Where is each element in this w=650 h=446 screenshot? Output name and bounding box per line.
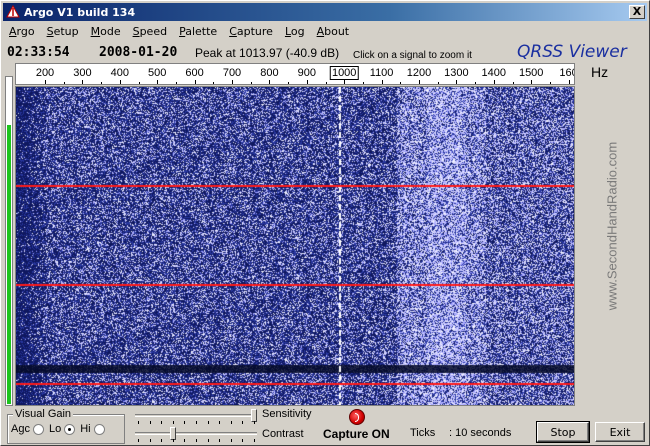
frequency-scale[interactable]: 200 300 400 500 600 700 800 900 1000 1100 1200 1300… — [15, 63, 575, 85]
stop-button-label: Stop — [550, 425, 576, 439]
signal-level-meter — [5, 76, 13, 406]
menu-log[interactable]: Log — [279, 25, 311, 38]
scale-minor-tick — [437, 82, 439, 84]
scale-minor-tick — [175, 82, 177, 84]
visual-gain-group: Visual Gain Agc Lo Hi — [7, 408, 125, 444]
waterfall-display[interactable] — [15, 86, 575, 406]
peak-readout: Peak at 1013.97 (-40.9 dB) — [195, 46, 340, 60]
menu-palette[interactable]: Palette — [173, 25, 223, 38]
scale-minor-tick — [475, 82, 477, 84]
contrast-slider[interactable] — [135, 427, 257, 442]
scale-tick — [157, 80, 159, 84]
scale-minor-tick — [288, 82, 290, 84]
scale-tick — [82, 80, 84, 84]
capture-record-icon[interactable] — [349, 409, 365, 425]
sensitivity-slider[interactable] — [135, 409, 257, 424]
info-bar: 02:33:54 2008-01-20 Peak at 1013.97 (-40… — [3, 42, 647, 62]
hi-label: Hi — [80, 423, 91, 435]
scale-tick — [119, 80, 121, 84]
exit-button[interactable]: Exit — [595, 422, 645, 442]
scale-tick-label: 160 — [559, 67, 574, 79]
scale-minor-tick — [549, 82, 551, 84]
watermark-text: www.SecondHandRadio.com — [604, 141, 620, 311]
scale-tick-label: 600 — [185, 67, 204, 79]
watermark: www.SecondHandRadio.com — [597, 111, 627, 341]
brand-logo: QRSS Viewer — [517, 42, 627, 62]
scale-minor-tick — [213, 82, 215, 84]
capture-status: Capture ON — [323, 427, 390, 441]
app-icon — [6, 5, 20, 18]
app-window: Argo V1 build 134 X Argo Setup Mode Speed Pa… — [0, 0, 650, 446]
menu-setup[interactable]: Setup — [41, 25, 85, 38]
scale-tick-label: 800 — [260, 67, 279, 79]
scale-minor-tick — [362, 82, 364, 84]
scale-minor-tick — [101, 82, 103, 84]
scale-minor-tick — [63, 82, 65, 84]
scale-tick — [568, 80, 570, 84]
ticks-label: Ticks — [410, 427, 436, 439]
scale-tick-label: 1100 — [369, 67, 394, 79]
scale-tick-label: 900 — [297, 67, 316, 79]
current-date: 2008-01-20 — [99, 45, 178, 60]
menu-bar: Argo Setup Mode Speed Palette Capture Log About — [3, 22, 647, 41]
scale-tick — [419, 80, 420, 84]
scale-tick — [344, 80, 346, 84]
scale-tick-label: 400 — [110, 67, 129, 79]
scale-tick-label: 1000 — [329, 66, 359, 80]
zoom-hint: Click on a signal to zoom it — [353, 50, 472, 61]
control-panel: Visual Gain Agc Lo Hi Sensitivity Contra… — [3, 407, 647, 445]
close-icon: X — [632, 5, 642, 18]
exit-button-label: Exit — [609, 425, 631, 439]
scale-tick-label: 200 — [35, 67, 55, 79]
scale-tick — [45, 80, 46, 84]
scale-tick — [456, 80, 458, 84]
scale-tick — [493, 80, 495, 84]
scale-tick — [232, 80, 233, 84]
agc-radio[interactable] — [32, 423, 44, 435]
scale-tick-label: 1400 — [481, 67, 507, 79]
signal-level-fill — [7, 125, 11, 404]
scale-tick-label: 1200 — [406, 67, 432, 79]
waterfall-canvas[interactable] — [16, 87, 574, 405]
scale-tick — [269, 80, 271, 84]
scale-tick — [194, 80, 196, 84]
scale-minor-tick — [400, 82, 402, 84]
agc-label: Agc — [11, 423, 30, 435]
lo-radio[interactable] — [64, 423, 76, 435]
scale-tick-label: 300 — [73, 67, 92, 79]
menu-argo[interactable]: Argo — [3, 25, 41, 38]
scale-tick — [531, 80, 533, 84]
menu-mode[interactable]: Mode — [85, 25, 127, 38]
scale-minor-tick — [512, 82, 514, 84]
scale-tick — [306, 80, 308, 84]
scale-minor-tick — [325, 82, 327, 84]
current-time: 02:33:54 — [7, 45, 70, 60]
menu-speed[interactable]: Speed — [127, 25, 173, 38]
menu-capture[interactable]: Capture — [223, 25, 279, 38]
title-bar[interactable]: Argo V1 build 134 X — [3, 3, 647, 21]
sensitivity-label: Sensitivity — [262, 408, 312, 420]
visual-gain-legend: Visual Gain — [13, 408, 74, 420]
window-title: Argo V1 build 134 — [24, 5, 136, 19]
scale-minor-tick — [138, 82, 140, 84]
scale-tick-label: 500 — [148, 67, 167, 79]
scale-tick — [381, 80, 383, 84]
ticks-value: : 10 seconds — [449, 427, 512, 439]
lo-label: Lo — [48, 423, 62, 435]
hi-radio[interactable] — [93, 423, 105, 435]
scale-tick-label: 700 — [222, 67, 242, 79]
contrast-label: Contrast — [262, 428, 304, 440]
scale-tick-label: 1500 — [518, 67, 544, 79]
scale-tick-label: 1300 — [444, 67, 469, 79]
scale-minor-tick — [250, 82, 252, 84]
frequency-unit: Hz — [591, 64, 609, 80]
menu-about[interactable]: About — [311, 25, 356, 38]
close-button[interactable]: X — [629, 5, 645, 19]
stop-button[interactable]: Stop — [536, 421, 590, 443]
